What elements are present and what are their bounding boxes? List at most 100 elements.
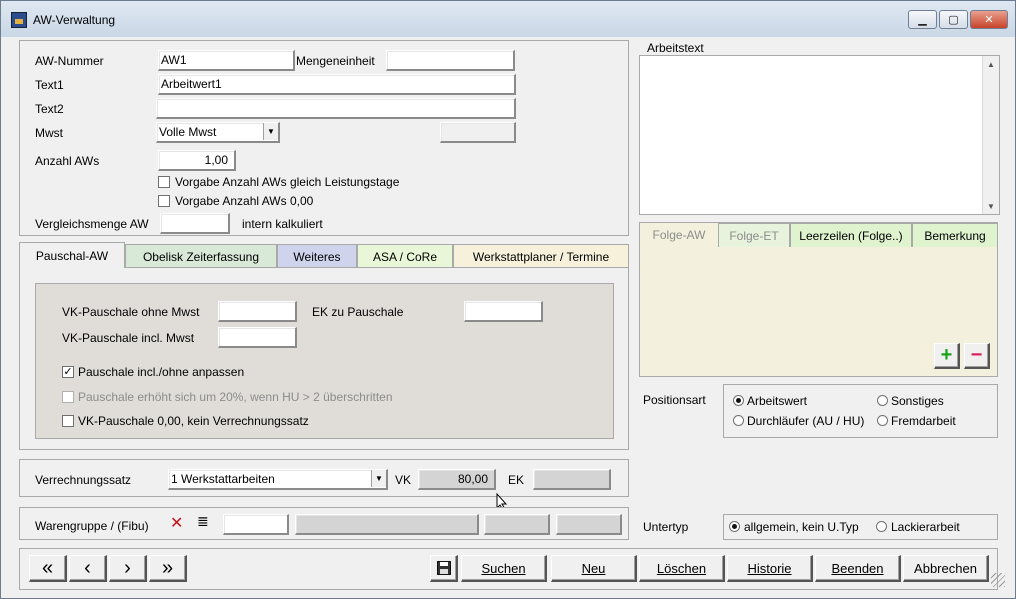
scroll-down-icon[interactable]: ▼: [983, 198, 999, 214]
vk-label: VK: [395, 473, 412, 487]
tab-folge-et[interactable]: Folge-ET: [718, 223, 790, 247]
chevron-down-icon[interactable]: ▼: [371, 470, 386, 487]
ek-pauschale-label: EK zu Pauschale: [312, 305, 404, 319]
historie-button[interactable]: Historie: [727, 555, 813, 582]
warengruppe-desc: [295, 514, 479, 535]
window-title: AW-Verwaltung: [33, 13, 116, 27]
resize-grip-icon[interactable]: [991, 573, 1005, 587]
vergleichsmenge-input[interactable]: [160, 213, 230, 234]
minimize-icon: ▁: [918, 14, 927, 26]
clear-x-icon[interactable]: ✕: [170, 513, 183, 533]
double-chevron-right-icon: »: [161, 556, 174, 579]
mwst-select[interactable]: Volle Mwst ▼: [156, 122, 280, 143]
mwst-value: Volle Mwst: [159, 125, 217, 139]
radio-sonstiges-label: Sonstiges: [891, 394, 944, 408]
radio-sonstiges[interactable]: [877, 395, 888, 406]
text1-input[interactable]: Arbeitwert1: [158, 74, 516, 95]
title-bar: AW-Verwaltung ▁ ▢ ✕: [1, 1, 1015, 37]
first-record-button[interactable]: «: [29, 555, 67, 582]
button-bar: « ‹ › » Suchen Neu Löschen Historie Been…: [19, 548, 998, 590]
verrechnungssatz-label: Verrechnungssatz: [35, 473, 132, 487]
pauschal-group: VK-Pauschale ohne Mwst EK zu Pauschale V…: [35, 283, 614, 439]
verrechnungssatz-value: 1 Werkstattarbeiten: [171, 472, 275, 486]
tab-leerzeilen[interactable]: Leerzeilen (Folge..): [790, 223, 912, 247]
warengruppe-panel: Warengruppe / (Fibu) ✕ ≣: [19, 507, 629, 540]
vorgabe-null-checkbox[interactable]: [158, 195, 170, 207]
app-icon: [11, 12, 27, 28]
tab-folge-aw[interactable]: Folge-AW: [640, 223, 718, 247]
verrechnungssatz-panel: Verrechnungssatz 1 Werkstattarbeiten ▼ V…: [19, 459, 629, 497]
close-icon: ✕: [984, 14, 994, 26]
neu-label: Neu: [581, 560, 606, 576]
vorgabe-null-label: Vorgabe Anzahl AWs 0,00: [175, 194, 314, 208]
mengeneinheit-input[interactable]: [386, 50, 515, 71]
radio-allgemein[interactable]: [729, 521, 740, 532]
radio-arbeitswert[interactable]: [733, 395, 744, 406]
warengruppe-extra1: [484, 514, 550, 535]
neu-button[interactable]: Neu: [551, 555, 637, 582]
last-record-button[interactable]: »: [149, 555, 187, 582]
vorgabe-leistungstage-label: Vorgabe Anzahl AWs gleich Leistungstage: [175, 175, 400, 189]
minimize-button[interactable]: ▁: [908, 10, 937, 29]
loeschen-button[interactable]: Löschen: [639, 555, 725, 582]
vk-pauschale-incl-input[interactable]: [218, 327, 297, 348]
kein-verrechnungssatz-label: VK-Pauschale 0,00, kein Verrechnungssatz: [78, 414, 309, 428]
chevron-left-icon: ‹: [84, 556, 91, 579]
warengruppe-extra2: [556, 514, 622, 535]
warengruppe-input[interactable]: [223, 514, 289, 535]
untertyp-group: allgemein, kein U.Typ Lackierarbeit: [723, 514, 998, 540]
floppy-disk-icon: [436, 561, 451, 575]
suchen-button[interactable]: Suchen: [461, 555, 547, 582]
maximize-button[interactable]: ▢: [939, 10, 968, 29]
pauschale-anpassen-checkbox[interactable]: ✓: [62, 366, 74, 378]
aw-nummer-label: AW-Nummer: [35, 54, 104, 68]
tab-werkstattplaner[interactable]: Werkstattplaner / Termine: [453, 244, 629, 268]
arbeitstext-label: Arbeitstext: [647, 41, 704, 55]
text2-input[interactable]: [156, 98, 516, 119]
save-button[interactable]: [430, 555, 458, 582]
close-button[interactable]: ✕: [970, 10, 1008, 29]
list-icon[interactable]: ≣: [197, 513, 209, 530]
arbeitstext-textarea[interactable]: ▲ ▼: [639, 55, 1000, 215]
check-icon: ✓: [63, 366, 73, 378]
kein-verrechnungssatz-checkbox[interactable]: [62, 415, 74, 427]
chevron-right-icon: ›: [124, 556, 131, 579]
next-record-button[interactable]: ›: [109, 555, 147, 582]
vk-pauschale-ohne-input[interactable]: [218, 301, 297, 322]
ek-value: [533, 469, 611, 490]
chevron-down-icon[interactable]: ▼: [263, 123, 278, 140]
arbeitstext-scrollbar[interactable]: ▲ ▼: [982, 56, 999, 214]
verrechnungssatz-select[interactable]: 1 Werkstattarbeiten ▼: [168, 469, 388, 490]
tab-pauschal-aw[interactable]: Pauschal-AW: [19, 242, 125, 268]
mwst-extra-field: [440, 122, 516, 143]
radio-durchlaeufer[interactable]: [733, 415, 744, 426]
prev-record-button[interactable]: ‹: [69, 555, 107, 582]
beenden-label: Beenden: [831, 560, 884, 576]
radio-fremdarbeit[interactable]: [877, 415, 888, 426]
scroll-up-icon[interactable]: ▲: [983, 56, 999, 72]
tab-bemerkung[interactable]: Bemerkung: [912, 223, 998, 247]
pauschale-erhoeht-label: Pauschale erhöht sich um 20%, wenn HU > …: [78, 390, 393, 404]
radio-fremdarbeit-label: Fremdarbeit: [891, 414, 956, 428]
add-button[interactable]: +: [934, 343, 960, 369]
radio-lackierarbeit[interactable]: [876, 521, 887, 532]
tab-weiteres[interactable]: Weiteres: [277, 244, 357, 268]
loeschen-label: Löschen: [656, 560, 707, 576]
plus-icon: +: [940, 344, 953, 366]
tab-obelisk-zeiterfassung[interactable]: Obelisk Zeiterfassung: [125, 244, 277, 268]
vorgabe-leistungstage-checkbox[interactable]: [158, 176, 170, 188]
tab-asa-core[interactable]: ASA / CoRe: [357, 244, 453, 268]
vk-pauschale-incl-label: VK-Pauschale incl. Mwst: [62, 331, 195, 345]
aw-nummer-input[interactable]: AW1: [158, 50, 295, 71]
ek-pauschale-input[interactable]: [464, 301, 543, 322]
radio-arbeitswert-label: Arbeitswert: [747, 394, 808, 408]
beenden-button[interactable]: Beenden: [815, 555, 901, 582]
radio-lackierarbeit-label: Lackierarbeit: [891, 520, 960, 534]
abbrechen-button[interactable]: Abbrechen: [903, 555, 989, 582]
maximize-icon: ▢: [948, 14, 959, 26]
intern-kalkuliert-label: intern kalkuliert: [242, 217, 323, 231]
remove-button[interactable]: −: [964, 343, 990, 369]
anzahl-aws-input[interactable]: 1,00: [158, 150, 236, 171]
pauschale-anpassen-label: Pauschale incl./ohne anpassen: [78, 365, 245, 379]
mengeneinheit-label: Mengeneinheit: [296, 54, 375, 68]
